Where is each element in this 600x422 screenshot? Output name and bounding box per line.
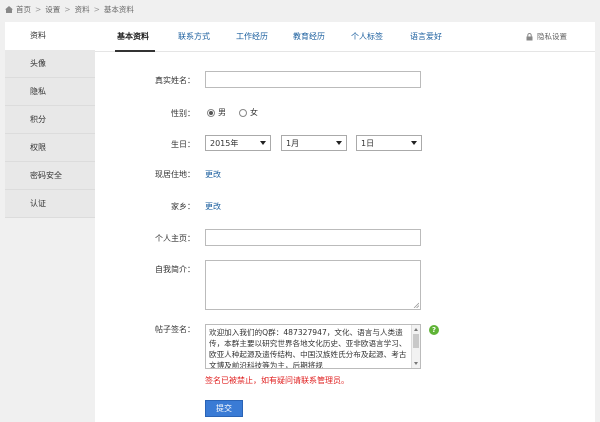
sidebar-item-label: 隐私 bbox=[30, 87, 46, 96]
chevron-down-icon bbox=[336, 141, 342, 145]
lock-icon bbox=[526, 33, 533, 41]
sidebar-item-privacy[interactable]: 隐私 bbox=[5, 78, 95, 106]
birth-month-select[interactable]: 1月 bbox=[281, 135, 347, 151]
birth-day-select[interactable]: 1日 bbox=[356, 135, 422, 151]
gender-female-radio[interactable] bbox=[239, 108, 247, 117]
settings-sidebar: 资料 头像 隐私 积分 权限 密码安全 认证 bbox=[5, 22, 95, 218]
birth-year-select[interactable]: 2015年 bbox=[205, 135, 271, 151]
breadcrumb-settings[interactable]: 设置 bbox=[45, 4, 60, 15]
home-icon[interactable] bbox=[5, 5, 13, 13]
homepage-label: 个人主页： bbox=[155, 234, 195, 243]
chevron-down-icon bbox=[411, 141, 417, 145]
help-icon[interactable]: ? bbox=[429, 325, 439, 335]
privacy-settings-link[interactable]: 隐私设置 bbox=[526, 22, 567, 52]
sidebar-item-avatar[interactable]: 头像 bbox=[5, 50, 95, 78]
sidebar-item-label: 资料 bbox=[30, 31, 46, 40]
gender-female-option[interactable]: 女 bbox=[239, 107, 258, 118]
real-name-label: 真实姓名： bbox=[155, 76, 195, 85]
sidebar-item-profile[interactable]: 资料 bbox=[5, 22, 95, 50]
gender-male-radio[interactable] bbox=[207, 108, 215, 117]
tab-language[interactable]: 语言爱好 bbox=[410, 22, 442, 52]
breadcrumb-basic-info: 基本资料 bbox=[103, 4, 134, 14]
residence-label: 现居住地： bbox=[155, 170, 195, 179]
tab-tags[interactable]: 个人标签 bbox=[351, 22, 383, 52]
breadcrumb-home[interactable]: 首页 bbox=[16, 4, 31, 15]
hometown-change-link[interactable]: 更改 bbox=[205, 201, 221, 212]
scroll-down-icon[interactable] bbox=[414, 362, 418, 365]
sidebar-item-label: 认证 bbox=[30, 199, 46, 208]
tab-work[interactable]: 工作经历 bbox=[236, 22, 268, 52]
sidebar-item-label: 权限 bbox=[30, 143, 46, 152]
tab-education[interactable]: 教育经历 bbox=[293, 22, 325, 52]
signature-scrollbar[interactable] bbox=[411, 325, 420, 368]
breadcrumb-separator: > bbox=[35, 4, 42, 14]
breadcrumb-separator: > bbox=[64, 4, 71, 14]
intro-label: 自我简介： bbox=[155, 265, 195, 274]
gender-male-label: 男 bbox=[218, 108, 226, 117]
signature-text: 欢迎加入我们的Q群：487327947，文化、语言与人类遗传，本群主要以研究世界… bbox=[209, 328, 407, 369]
resize-handle-icon[interactable] bbox=[413, 302, 419, 308]
breadcrumb-profile[interactable]: 资料 bbox=[75, 4, 90, 15]
sidebar-item-label: 密码安全 bbox=[30, 171, 62, 180]
sidebar-item-label: 积分 bbox=[30, 115, 46, 124]
sidebar-item-permissions[interactable]: 权限 bbox=[5, 134, 95, 162]
birth-year-value: 2015年 bbox=[210, 138, 239, 148]
chevron-down-icon bbox=[260, 141, 266, 145]
hometown-label: 家乡： bbox=[171, 202, 195, 211]
signature-warning: 签名已被禁止，如有疑问请联系管理员。 bbox=[205, 376, 349, 385]
scroll-up-icon[interactable] bbox=[414, 328, 418, 331]
birth-day-value: 1日 bbox=[361, 138, 375, 148]
breadcrumb: 首页 > 设置 > 资料 > 基本资料 bbox=[0, 0, 600, 18]
tab-bar: 基本资料 联系方式 工作经历 教育经历 个人标签 语言爱好 隐私设置 bbox=[95, 22, 595, 52]
signature-label: 帖子签名： bbox=[155, 325, 195, 334]
gender-male-option[interactable]: 男 bbox=[207, 107, 226, 118]
sidebar-item-password-security[interactable]: 密码安全 bbox=[5, 162, 95, 190]
residence-change-link[interactable]: 更改 bbox=[205, 169, 221, 180]
signature-textarea[interactable]: 欢迎加入我们的Q群：487327947，文化、语言与人类遗传，本群主要以研究世界… bbox=[205, 324, 421, 369]
tab-contact[interactable]: 联系方式 bbox=[178, 22, 210, 52]
gender-female-label: 女 bbox=[250, 108, 258, 117]
homepage-input[interactable] bbox=[205, 229, 421, 246]
sidebar-item-verification[interactable]: 认证 bbox=[5, 190, 95, 218]
birth-month-value: 1月 bbox=[286, 138, 300, 148]
birthday-label: 生日： bbox=[171, 140, 195, 149]
main-panel: 基本资料 联系方式 工作经历 教育经历 个人标签 语言爱好 隐私设置 真实姓名：… bbox=[95, 22, 595, 422]
sidebar-item-points[interactable]: 积分 bbox=[5, 106, 95, 134]
breadcrumb-separator: > bbox=[93, 4, 100, 14]
privacy-settings-label: 隐私设置 bbox=[537, 32, 567, 41]
scroll-thumb[interactable] bbox=[413, 334, 419, 348]
sidebar-item-label: 头像 bbox=[30, 59, 46, 68]
tab-basic-info[interactable]: 基本资料 bbox=[117, 22, 149, 52]
submit-button[interactable]: 提交 bbox=[205, 400, 243, 417]
intro-textarea[interactable] bbox=[205, 260, 421, 310]
gender-label: 性别： bbox=[171, 109, 195, 118]
active-tab-indicator bbox=[115, 50, 155, 52]
real-name-input[interactable] bbox=[205, 71, 421, 88]
